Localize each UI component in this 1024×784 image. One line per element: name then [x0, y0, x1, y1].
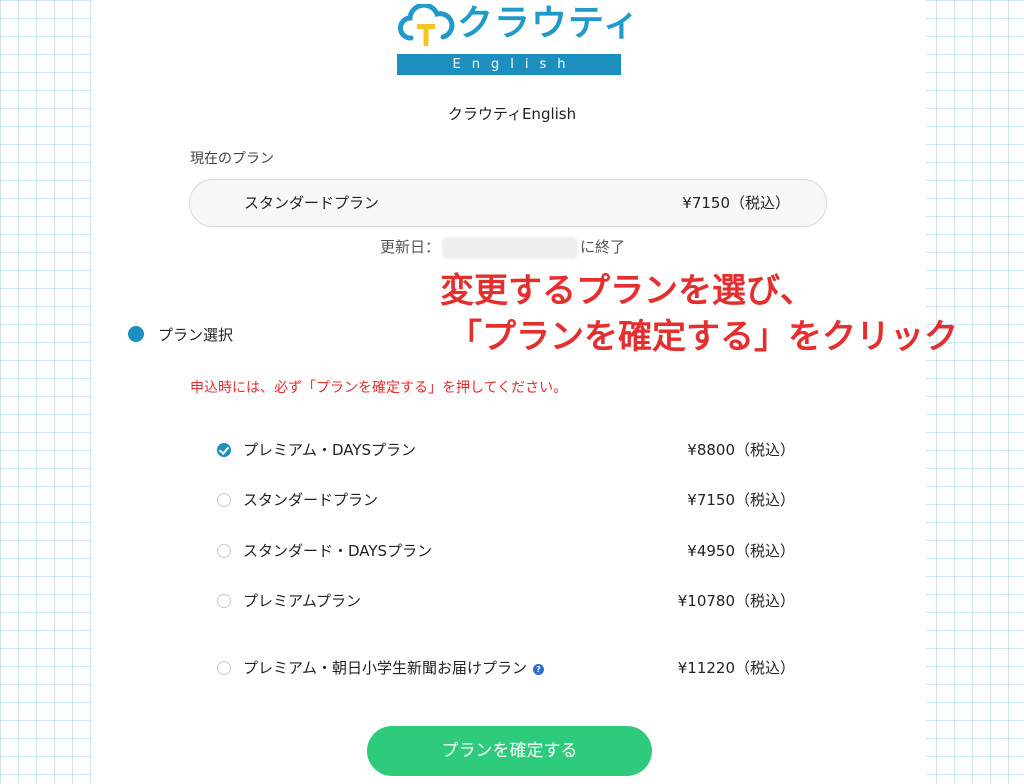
- plan-option-price: ¥8800（税込）: [687, 441, 795, 459]
- radio-unchecked-icon[interactable]: [217, 661, 231, 675]
- current-plan-label: 現在のプラン: [190, 151, 274, 167]
- current-plan-name: スタンダードプラン: [244, 194, 380, 212]
- plan-option-premium-days[interactable]: プレミアム・DAYSプラン ¥8800（税込）: [215, 438, 795, 464]
- service-name: クラウティEnglish: [447, 105, 577, 123]
- plan-option-standard-days[interactable]: スタンダード・DAYSプラン ¥4950（税込）: [215, 539, 795, 565]
- plan-option-price: ¥7150（税込）: [687, 491, 795, 509]
- plan-option-standard[interactable]: スタンダードプラン ¥7150（税込）: [215, 488, 795, 514]
- annotation-line-2: 「プランを確定する」をクリック: [448, 317, 958, 357]
- instruction-annotation: 変更するプランを選び、 「プランを確定する」をクリック: [440, 268, 1020, 360]
- current-plan-price: ¥7150（税込）: [682, 194, 790, 212]
- plan-option-name: スタンダード・DAYSプラン: [243, 542, 433, 560]
- logo-text: クラウティ: [457, 3, 640, 44]
- renewal-prefix: 更新日：: [380, 238, 441, 256]
- current-plan-box: スタンダードプラン ¥7150（税込）: [189, 179, 827, 227]
- brand-logo: クラウティ English: [397, 2, 639, 75]
- plan-option-price: ¥4950（税込）: [687, 542, 795, 560]
- plan-selection-heading: プラン選択: [128, 324, 233, 346]
- question-icon[interactable]: ?: [532, 664, 544, 675]
- plan-option-name: スタンダードプラン: [243, 491, 379, 509]
- plan-option-premium-asahi[interactable]: プレミアム・朝日小学生新聞お届けプラン? ¥11220（税込）: [215, 656, 795, 682]
- plan-option-premium[interactable]: プレミアムプラン ¥10780（税込）: [215, 589, 795, 615]
- cloud-logo-icon: [398, 4, 455, 46]
- renewal-suffix: に終了: [580, 238, 626, 256]
- notice-text: 申込時には、必ず「プランを確定する」を押してください。: [190, 380, 568, 396]
- section-dot-icon: [128, 326, 144, 342]
- plan-option-price: ¥11220（税込）: [677, 659, 795, 677]
- radio-unchecked-icon[interactable]: [217, 493, 231, 507]
- logo-subtext: English: [397, 54, 621, 75]
- radio-checked-icon[interactable]: [217, 443, 231, 457]
- plan-option-name: プレミアム・朝日小学生新聞お届けプラン: [243, 659, 527, 677]
- plan-option-name: プレミアムプラン: [243, 592, 362, 610]
- radio-unchecked-icon[interactable]: [217, 594, 231, 608]
- plan-selection-title: プラン選択: [158, 326, 234, 344]
- plan-option-price: ¥10780（税込）: [677, 592, 795, 610]
- plan-option-name-wrap: プレミアム・朝日小学生新聞お届けプラン?: [243, 657, 544, 679]
- annotation-line-1: 変更するプランを選び、: [440, 271, 814, 311]
- renewal-date: 更新日： に終了: [380, 236, 625, 259]
- plan-option-name: プレミアム・DAYSプラン: [243, 441, 417, 459]
- logo-top: クラウティ: [397, 2, 639, 50]
- radio-unchecked-icon[interactable]: [217, 544, 231, 558]
- renewal-date-redacted: [442, 236, 579, 259]
- confirm-plan-button[interactable]: プランを確定する: [367, 726, 652, 776]
